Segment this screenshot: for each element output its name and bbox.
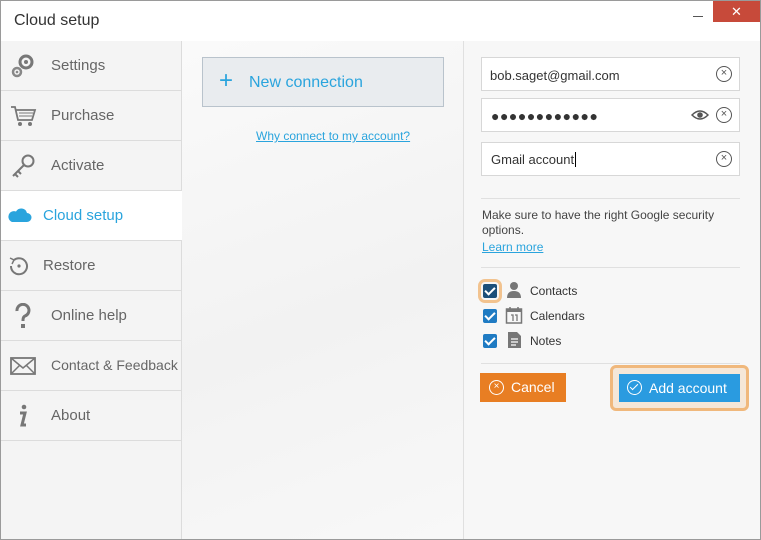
notes-checkbox[interactable] [483, 334, 497, 348]
title-bar: Cloud setup ✕ [1, 1, 760, 41]
eye-icon[interactable] [690, 108, 710, 122]
sidebar-item-label: Restore [43, 257, 96, 274]
note-icon [505, 331, 523, 349]
sidebar-item-purchase[interactable]: Purchase [1, 91, 181, 141]
sidebar-item-label: About [51, 407, 91, 424]
cancel-icon: × [489, 380, 504, 395]
window-title: Cloud setup [14, 12, 100, 29]
calendars-checkbox[interactable] [483, 309, 497, 323]
password-field[interactable]: ●●●●●●●●●●●● × [481, 98, 740, 132]
clear-account-name-icon[interactable]: × [716, 151, 732, 167]
question-icon [9, 303, 37, 329]
cart-icon [9, 103, 37, 129]
close-button[interactable]: ✕ [713, 1, 760, 22]
sidebar-item-settings[interactable]: Settings [1, 41, 181, 91]
add-account-highlight: Add account [610, 365, 749, 411]
sidebar-item-restore[interactable]: Restore [1, 241, 181, 291]
minimize-button[interactable] [687, 9, 711, 25]
sidebar: Settings Purchase Activate Cloud setup R… [1, 41, 182, 539]
calendar-icon [505, 306, 523, 324]
new-connection-label: New connection [249, 74, 363, 91]
why-connect-link[interactable]: Why connect to my account? [256, 129, 410, 143]
sidebar-item-label: Settings [51, 57, 106, 74]
option-label: Contacts [530, 284, 578, 298]
sidebar-item-label: Activate [51, 157, 105, 174]
account-form: × ●●●●●●●●●●●● × Gmail account × Make su… [464, 41, 760, 539]
close-icon: ✕ [731, 4, 742, 19]
cloud-icon [5, 203, 33, 229]
account-name-text: Gmail account [491, 152, 575, 167]
sidebar-item-label: Cloud setup [43, 207, 124, 224]
new-connection-button[interactable]: + New connection [202, 57, 444, 107]
email-field[interactable]: × [481, 57, 740, 91]
option-notes[interactable]: Notes [483, 331, 633, 351]
contacts-checkbox[interactable] [478, 279, 502, 303]
option-label: Calendars [530, 309, 585, 323]
sidebar-item-online-help[interactable]: Online help [1, 291, 181, 341]
sidebar-item-about[interactable]: About [1, 391, 181, 441]
account-name-value: Gmail account [491, 152, 577, 167]
account-name-field[interactable]: Gmail account × [481, 142, 740, 176]
option-label: Notes [530, 334, 562, 348]
divider [481, 198, 740, 199]
sidebar-item-cloud-setup[interactable]: Cloud setup [1, 191, 182, 241]
cancel-button[interactable]: × Cancel [480, 373, 566, 402]
email-input[interactable] [490, 66, 690, 84]
password-value: ●●●●●●●●●●●● [491, 108, 599, 124]
clear-email-icon[interactable]: × [716, 66, 732, 82]
option-calendars[interactable]: Calendars [483, 306, 633, 326]
clear-password-icon[interactable]: × [716, 107, 732, 123]
option-contacts[interactable]: Contacts [478, 279, 633, 303]
gears-icon [9, 53, 37, 79]
key-icon [9, 153, 37, 179]
cancel-label: Cancel [511, 379, 555, 395]
sidebar-item-label: Contact & Feedback [51, 357, 178, 373]
sidebar-item-label: Online help [51, 307, 127, 324]
text-caret [575, 152, 577, 167]
info-icon [9, 403, 37, 429]
add-account-button[interactable]: Add account [619, 374, 740, 402]
divider [481, 267, 740, 268]
divider [481, 363, 740, 364]
add-account-label: Add account [649, 380, 727, 396]
connections-panel: + New connection Why connect to my accou… [182, 41, 464, 539]
envelope-icon [9, 353, 37, 379]
security-note: Make sure to have the right Google secur… [482, 208, 715, 237]
sidebar-item-contact-feedback[interactable]: Contact & Feedback [1, 341, 181, 391]
sidebar-item-label: Purchase [51, 107, 115, 124]
person-icon [505, 281, 523, 299]
plus-icon: + [219, 67, 234, 94]
sidebar-item-activate[interactable]: Activate [1, 141, 181, 191]
restore-icon [5, 253, 33, 279]
learn-more-link[interactable]: Learn more [482, 240, 543, 254]
check-circle-icon [627, 380, 642, 395]
cloud-setup-window: Cloud setup ✕ Settings Purchase Activate [0, 0, 761, 540]
